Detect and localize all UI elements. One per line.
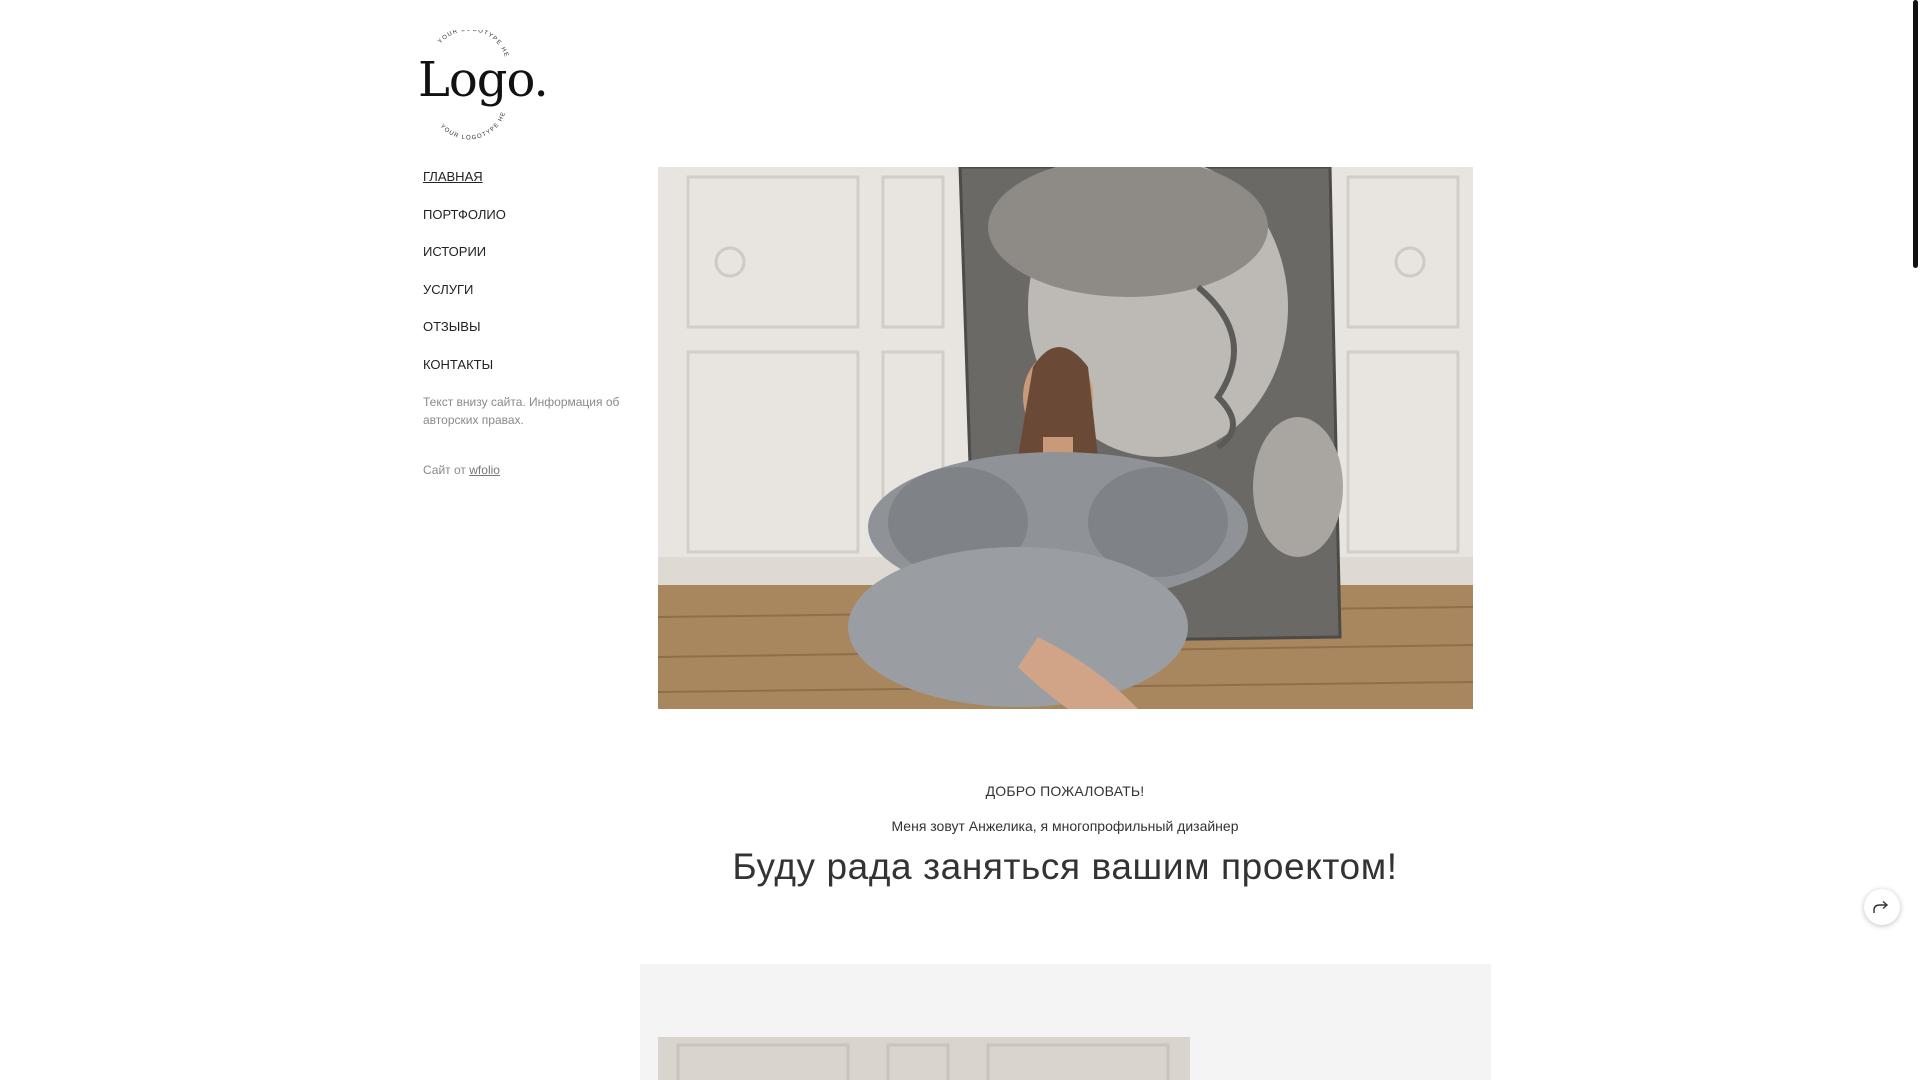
tagline-heading: Буду рада заняться вашим проектом! [732, 846, 1398, 887]
gallery-section [640, 964, 1491, 1080]
hero-photo-illustration [658, 167, 1473, 709]
gallery-photo[interactable] [658, 1037, 1190, 1080]
credit-link[interactable]: wfolio [469, 463, 500, 477]
nav-item-stories[interactable]: ИСТОРИИ [423, 243, 633, 281]
scrollbar-thumb[interactable] [1913, 0, 1918, 268]
copyright-note: Текст внизу сайта. Информация об авторск… [423, 395, 620, 427]
page-scrollbar[interactable] [1910, 0, 1920, 1080]
nav-item-contacts[interactable]: КОНТАКТЫ [423, 356, 633, 394]
nav-item-services[interactable]: УСЛУГИ [423, 281, 633, 319]
gallery-photo-illustration [658, 1037, 1190, 1080]
hero-photo [658, 167, 1473, 709]
nav-item-reviews[interactable]: ОТЗЫВЫ [423, 318, 633, 356]
main-navigation: ГЛАВНАЯ ПОРТФОЛИО ИСТОРИИ УСЛУГИ ОТЗЫВЫ … [423, 168, 633, 393]
intro-text: Меня зовут Анжелика, я многопрофильный д… [891, 818, 1239, 834]
share-button[interactable] [1864, 889, 1900, 925]
nav-item-portfolio[interactable]: ПОРТФОЛИО [423, 206, 633, 244]
logo-wordmark: Logo. [418, 52, 549, 108]
nav-item-home[interactable]: ГЛАВНАЯ [423, 168, 633, 206]
credit-prefix: Сайт от [423, 463, 466, 477]
share-arrow-icon [1873, 900, 1889, 913]
site-logo[interactable]: YOUR LOGOTYPE HERE YOUR LOGOTYPE HERE Lo… [410, 30, 549, 140]
welcome-heading: ДОБРО ПОЖАЛОВАТЬ! [985, 783, 1145, 799]
site-credit: Сайт от wfolio [423, 463, 500, 477]
